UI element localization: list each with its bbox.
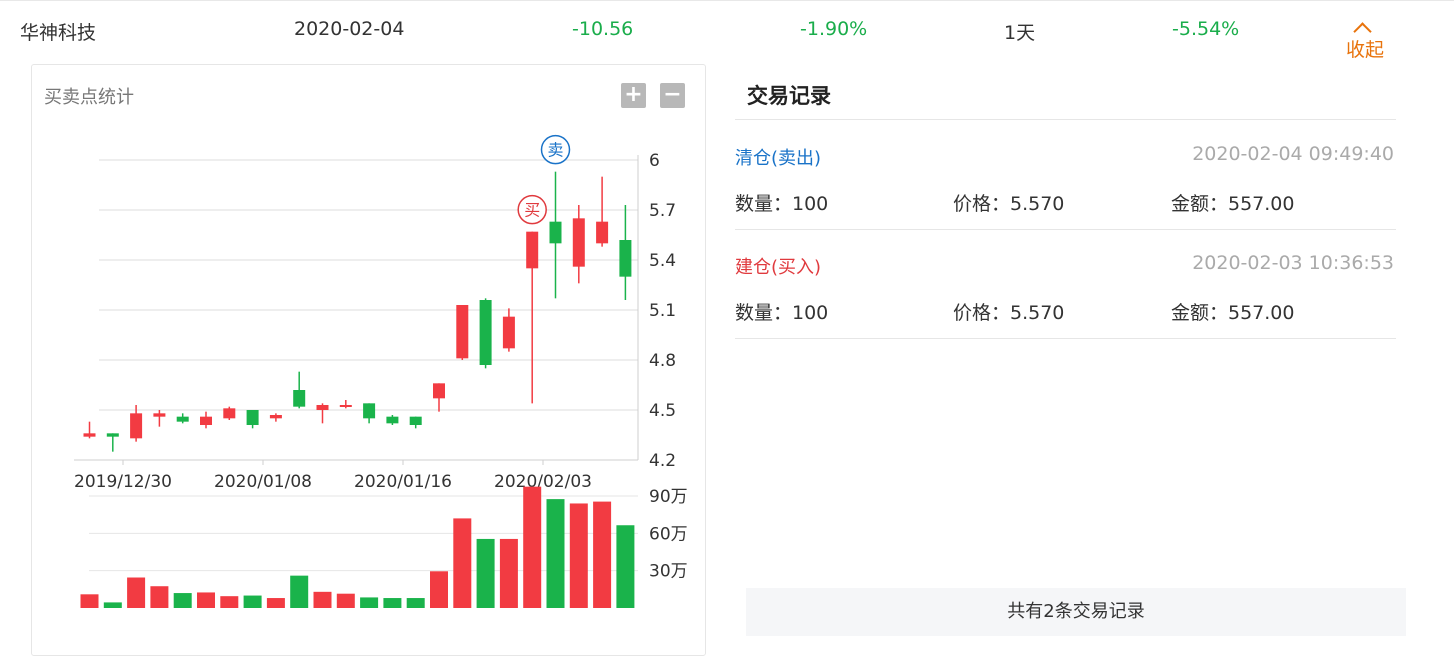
- price-tick-label: 5.1: [649, 301, 676, 321]
- volume-bar: [220, 596, 239, 608]
- volume-bar: [290, 575, 309, 608]
- volume-bar: [593, 501, 612, 608]
- trade-price: 价格：5.570: [953, 302, 1065, 324]
- trade-quantity: 数量：100: [735, 193, 829, 215]
- price-tick-label: 6: [649, 151, 660, 171]
- candle-body: [269, 415, 282, 419]
- volume-bar: [197, 592, 215, 608]
- volume-bar: [616, 525, 635, 608]
- candle-body: [502, 316, 515, 349]
- volume-bar: [569, 503, 588, 608]
- date-tick-label: 2019/12/30: [74, 472, 172, 492]
- volume-bar: [150, 586, 169, 608]
- volume-bar: [336, 593, 355, 608]
- trade-quantity: 数量：100: [735, 302, 829, 324]
- divider: [735, 119, 1396, 120]
- profit-percent: -1.90%: [800, 18, 868, 40]
- volume-bar: [127, 577, 146, 608]
- candle-body: [386, 416, 399, 424]
- trade-records-panel: 交易记录 清仓(卖出) 2020-02-04 09:49:40 数量：100 价…: [735, 64, 1406, 644]
- candle-body: [409, 416, 422, 425]
- candle-body: [293, 390, 306, 407]
- candle-body: [106, 433, 119, 437]
- volume-bar: [453, 518, 472, 608]
- volume-bar: [243, 595, 262, 608]
- volume-bar: [313, 591, 332, 608]
- buy-marker-label: 买: [524, 201, 540, 220]
- volume-bar: [383, 598, 402, 608]
- volume-bar: [266, 598, 285, 608]
- date-tick-label: 2020/01/16: [354, 472, 452, 492]
- divider: [735, 229, 1396, 230]
- trade-records-title: 交易记录: [747, 84, 831, 108]
- volume-bar: [476, 538, 495, 608]
- candle-body: [339, 405, 352, 407]
- volume-tick-label: 30万: [649, 562, 688, 582]
- volume-bar: [523, 486, 542, 608]
- trade-price: 价格：5.570: [953, 193, 1065, 215]
- volume-bar: [360, 597, 379, 608]
- volume-bar: [499, 538, 518, 608]
- position-summary-row: 华神科技 2020-02-04 -10.56 -1.90% 1天 -5.54% …: [0, 0, 1454, 63]
- candle-body: [596, 221, 609, 244]
- volume-bar: [103, 602, 122, 608]
- price-tick-label: 4.5: [649, 401, 676, 421]
- profit-amount: -10.56: [572, 18, 634, 40]
- candle-body: [572, 218, 585, 267]
- candle-body: [200, 416, 212, 425]
- price-tick-label: 4.8: [649, 351, 676, 371]
- candle-body: [526, 231, 539, 269]
- candle-body: [316, 405, 329, 410]
- candle-body: [479, 300, 492, 365]
- candle-body: [223, 408, 236, 419]
- trade-type-buy: 建仓(买入): [735, 257, 822, 278]
- volume-bar: [430, 571, 448, 608]
- candle-body: [363, 403, 376, 419]
- date-tick-label: 2020/01/08: [214, 472, 312, 492]
- volume-bar: [173, 593, 192, 608]
- candle-body: [130, 413, 143, 439]
- close-date: 2020-02-04: [294, 18, 405, 40]
- candle-body: [176, 416, 189, 422]
- volume-bar: [406, 598, 425, 608]
- date-tick-label: 2020/02/03: [494, 472, 592, 492]
- trade-count-footer: 共有2条交易记录: [746, 588, 1406, 636]
- volume-tick-label: 90万: [649, 487, 688, 507]
- candle-body: [153, 413, 166, 417]
- candle-body: [246, 410, 259, 425]
- trade-amount: 金额：557.00: [1171, 302, 1295, 324]
- trade-points-chart-panel: 买卖点统计 + − 6 5.7 5.4 5.1 4.8 4.5 4.2 2019/12/30 2…: [31, 64, 706, 656]
- volume-bar: [80, 594, 99, 608]
- stock-name[interactable]: 华神科技: [20, 18, 96, 45]
- candle-body: [456, 305, 469, 359]
- trade-amount: 金额：557.00: [1171, 193, 1295, 215]
- price-change-percent: -5.54%: [1172, 18, 1240, 40]
- price-tick-label: 5.7: [649, 201, 676, 221]
- candle-body: [619, 240, 632, 277]
- trade-time: 2020-02-04 09:49:40: [1192, 143, 1394, 165]
- hold-days: 1天: [1004, 22, 1036, 44]
- sell-marker-label: 卖: [547, 141, 563, 160]
- divider: [735, 338, 1396, 339]
- candle-body: [83, 433, 96, 437]
- price-tick-label: 4.2: [649, 451, 676, 471]
- trade-type-sell: 清仓(卖出): [735, 148, 822, 169]
- candle-body: [433, 383, 445, 399]
- kline-chart[interactable]: 6 5.7 5.4 5.1 4.8 4.5 4.2 2019/12/30 2020/01/08 2…: [32, 65, 705, 655]
- price-tick-label: 5.4: [649, 251, 676, 271]
- volume-bar: [546, 499, 565, 608]
- candle-body: [549, 221, 562, 244]
- trade-time: 2020-02-03 10:36:53: [1192, 252, 1394, 274]
- collapse-label: 收起: [1346, 39, 1385, 61]
- volume-tick-label: 60万: [649, 524, 688, 544]
- collapse-button[interactable]: 收起: [1346, 18, 1384, 61]
